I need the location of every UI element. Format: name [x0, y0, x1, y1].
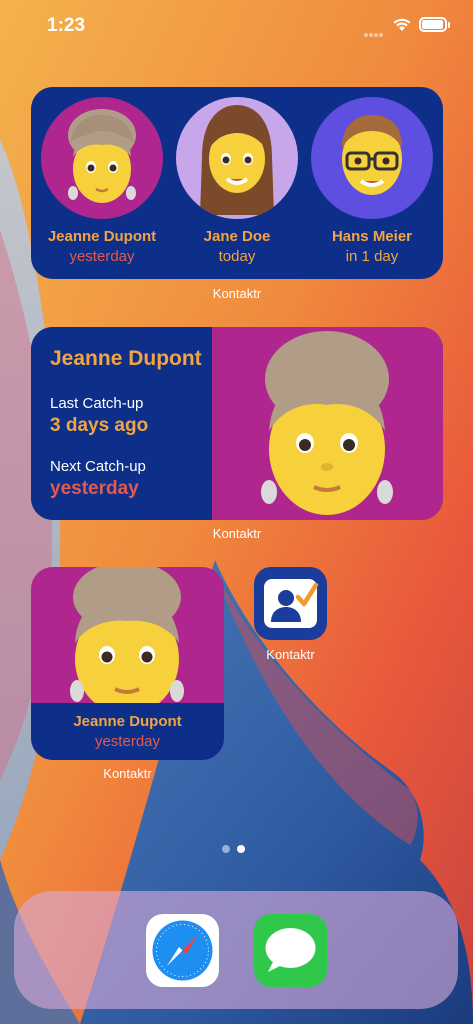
battery-icon: [419, 17, 450, 32]
page-dot[interactable]: [222, 845, 230, 853]
contact-name: Jeanne Dupont: [73, 713, 182, 730]
catchup-info-panel: Jeanne Dupont Last Catch-up 3 days ago N…: [31, 327, 212, 520]
contact-when: yesterday: [69, 248, 135, 265]
memoji-woman-long-hair-icon: [200, 105, 274, 215]
widget-app-label: Kontaktr: [103, 766, 152, 781]
messages-app-icon[interactable]: [254, 914, 327, 987]
contact-widget-small[interactable]: Jeanne Dupont yesterday: [31, 567, 224, 760]
safari-app-icon[interactable]: [146, 914, 219, 987]
next-catchup-value: yesterday: [50, 478, 139, 499]
page-indicator[interactable]: [222, 840, 252, 858]
page-dot-active[interactable]: [237, 845, 245, 853]
dock: [14, 891, 458, 1009]
avatar: [311, 97, 433, 219]
catchup-contact-name: Jeanne Dupont: [50, 347, 202, 370]
last-catchup-label: Last Catch-up: [50, 395, 144, 412]
cellular-signal-icon: [364, 24, 384, 42]
contact-name: Hans Meier: [331, 228, 413, 245]
contact-name: Jeanne Dupont: [47, 228, 157, 245]
contact-when: yesterday: [94, 733, 161, 750]
contacts-widget-large[interactable]: Jeanne Dupont yesterday Jane Doe today H…: [31, 87, 443, 279]
widget-app-label: Kontaktr: [212, 526, 262, 541]
avatar: [176, 97, 298, 219]
status-bar: 1:23: [0, 0, 473, 52]
contact-when: in 1 day: [345, 248, 399, 265]
contact-info-bar: Jeanne Dupont yesterday: [31, 703, 224, 760]
widget-app-label: Kontaktr: [212, 286, 262, 301]
next-catchup-label: Next Catch-up: [50, 458, 146, 475]
contact-item-hans[interactable]: Hans Meier in 1 day: [309, 97, 435, 265]
contact-item-jane[interactable]: Jane Doe today: [174, 97, 300, 265]
memoji-woman-bun-icon: [261, 331, 393, 515]
last-catchup-value: 3 days ago: [50, 415, 149, 436]
memoji-woman-bun-icon: [68, 109, 136, 203]
contact-when: today: [218, 248, 256, 265]
safari-icon: [146, 914, 219, 987]
status-time: 1:23: [47, 15, 86, 36]
kontaktr-app-icon[interactable]: [254, 567, 327, 640]
avatar: [41, 97, 163, 219]
catchup-widget-medium[interactable]: Jeanne Dupont Last Catch-up 3 days ago N…: [31, 327, 443, 520]
memoji-man-glasses-icon: [341, 115, 403, 195]
contact-item-jeanne[interactable]: Jeanne Dupont yesterday: [39, 97, 165, 265]
memoji-woman-bun-icon: [70, 567, 184, 707]
contact-check-icon: [264, 579, 319, 628]
messages-icon: [254, 914, 327, 987]
contact-name: Jane Doe: [203, 228, 271, 245]
wifi-icon: [393, 18, 411, 31]
app-icon-label: Kontaktr: [266, 647, 315, 662]
catchup-avatar-panel: [212, 327, 443, 520]
